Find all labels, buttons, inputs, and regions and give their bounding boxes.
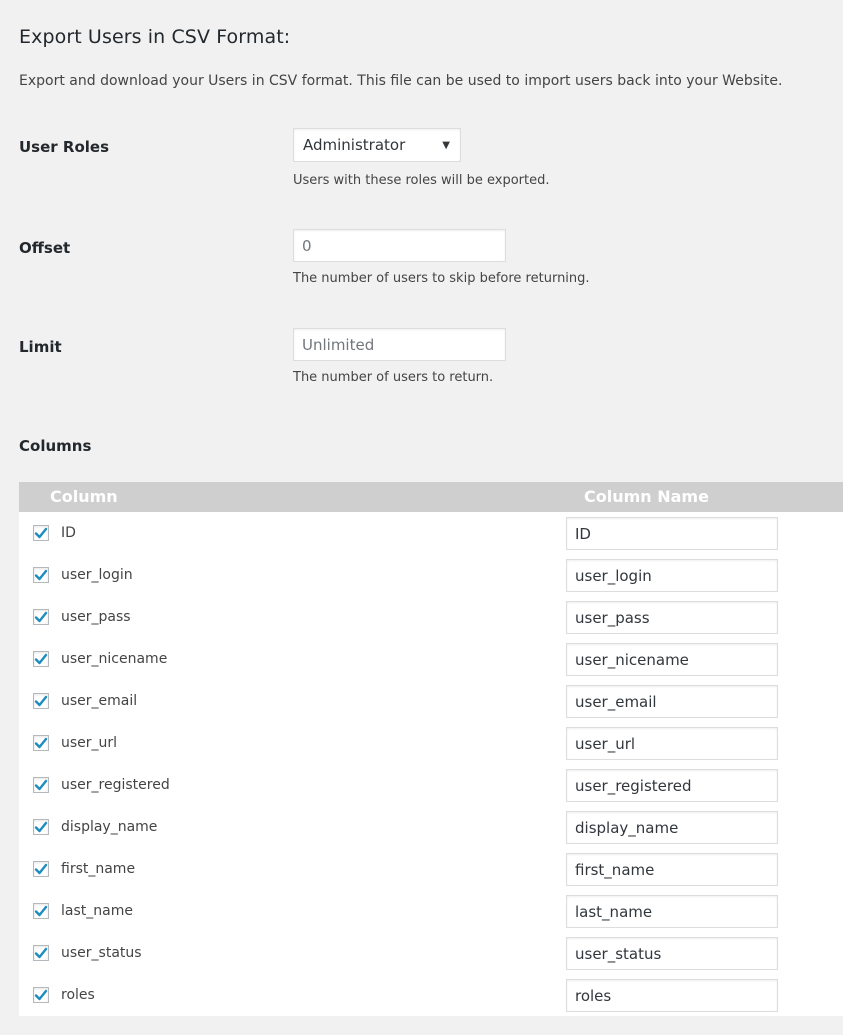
- column-name-value: user_email: [575, 692, 657, 711]
- column-checkbox[interactable]: [33, 651, 49, 667]
- checkmark-icon: [34, 905, 48, 917]
- checkmark-icon: [34, 947, 48, 959]
- table-row: user_email user_email: [19, 681, 843, 723]
- column-label: user_status: [61, 945, 142, 961]
- column-name-value: user_registered: [575, 776, 692, 795]
- table-row: user_pass user_pass: [19, 597, 843, 639]
- column-label: display_name: [61, 819, 158, 835]
- column-name-value: user_url: [575, 734, 636, 753]
- column-checkbox[interactable]: [33, 567, 49, 583]
- offset-input[interactable]: 0: [293, 229, 506, 262]
- column-checkbox[interactable]: [33, 609, 49, 625]
- user-roles-selected-value: Administrator: [303, 136, 406, 154]
- column-checkbox[interactable]: [33, 735, 49, 751]
- column-name-value: user_status: [575, 944, 662, 963]
- column-checkbox[interactable]: [33, 945, 49, 961]
- column-name-value: user_login: [575, 566, 652, 585]
- limit-label: Limit: [19, 338, 62, 356]
- column-label: user_registered: [61, 777, 170, 793]
- table-row: user_nicename user_nicename: [19, 639, 843, 681]
- column-name-input[interactable]: display_name: [566, 811, 778, 844]
- column-name-value: first_name: [575, 860, 655, 879]
- column-name-value: user_pass: [575, 608, 650, 627]
- column-name-input[interactable]: roles: [566, 979, 778, 1012]
- checkmark-icon: [34, 611, 48, 623]
- column-checkbox[interactable]: [33, 861, 49, 877]
- column-label: ID: [61, 525, 76, 541]
- column-checkbox[interactable]: [33, 777, 49, 793]
- column-header: Column: [50, 487, 118, 506]
- column-name-header: Column Name: [584, 487, 709, 506]
- user-roles-help: Users with these roles will be exported.: [293, 173, 550, 188]
- checkmark-icon: [34, 737, 48, 749]
- checkmark-icon: [34, 569, 48, 581]
- checkmark-icon: [34, 821, 48, 833]
- limit-help: The number of users to return.: [293, 370, 494, 385]
- table-row: display_name display_name: [19, 807, 843, 849]
- column-label: first_name: [61, 861, 136, 877]
- caret-down-icon: ▼: [442, 139, 450, 151]
- user-roles-select[interactable]: Administrator ▼: [293, 128, 461, 162]
- column-label: roles: [61, 987, 95, 1003]
- user-roles-label: User Roles: [19, 138, 109, 156]
- table-row: ID ID: [19, 513, 843, 555]
- column-checkbox[interactable]: [33, 819, 49, 835]
- table-row: user_login user_login: [19, 555, 843, 597]
- column-label: last_name: [61, 903, 133, 919]
- column-label: user_url: [61, 735, 118, 751]
- column-checkbox[interactable]: [33, 987, 49, 1003]
- column-name-input[interactable]: user_status: [566, 937, 778, 970]
- checkmark-icon: [34, 989, 48, 1001]
- columns-table: Column Column Name ID ID user_login user_lo…: [19, 482, 843, 1016]
- column-label: user_login: [61, 567, 133, 583]
- checkmark-icon: [34, 863, 48, 875]
- checkmark-icon: [34, 527, 48, 539]
- table-row: user_status user_status: [19, 933, 843, 975]
- column-name-value: last_name: [575, 902, 653, 921]
- table-row: first_name first_name: [19, 849, 843, 891]
- column-name-input[interactable]: first_name: [566, 853, 778, 886]
- checkmark-icon: [34, 695, 48, 707]
- column-name-value: display_name: [575, 818, 679, 837]
- column-name-input[interactable]: user_nicename: [566, 643, 778, 676]
- column-checkbox[interactable]: [33, 525, 49, 541]
- column-name-input[interactable]: user_url: [566, 727, 778, 760]
- checkmark-icon: [34, 653, 48, 665]
- column-checkbox[interactable]: [33, 903, 49, 919]
- column-name-input[interactable]: user_login: [566, 559, 778, 592]
- column-checkbox[interactable]: [33, 693, 49, 709]
- offset-placeholder: 0: [302, 236, 312, 255]
- column-name-input[interactable]: user_pass: [566, 601, 778, 634]
- column-label: user_nicename: [61, 651, 168, 667]
- column-name-input[interactable]: ID: [566, 517, 778, 550]
- column-name-input[interactable]: user_email: [566, 685, 778, 718]
- table-row: user_url user_url: [19, 723, 843, 765]
- column-name-value: ID: [575, 524, 591, 543]
- checkmark-icon: [34, 779, 48, 791]
- column-name-input[interactable]: last_name: [566, 895, 778, 928]
- page-description: Export and download your Users in CSV fo…: [19, 73, 783, 89]
- column-label: user_pass: [61, 609, 131, 625]
- limit-placeholder: Unlimited: [302, 335, 375, 354]
- table-row: user_registered user_registered: [19, 765, 843, 807]
- columns-label: Columns: [19, 437, 92, 455]
- columns-table-header: Column Column Name: [19, 482, 843, 512]
- column-label: user_email: [61, 693, 138, 709]
- column-name-input[interactable]: user_registered: [566, 769, 778, 802]
- offset-label: Offset: [19, 239, 71, 257]
- column-name-value: user_nicename: [575, 650, 689, 669]
- page-title: Export Users in CSV Format:: [19, 26, 291, 48]
- table-row: last_name last_name: [19, 891, 843, 933]
- limit-input[interactable]: Unlimited: [293, 328, 506, 361]
- offset-help: The number of users to skip before retur…: [293, 271, 590, 286]
- column-name-value: roles: [575, 986, 612, 1005]
- table-row: roles roles: [19, 975, 843, 1017]
